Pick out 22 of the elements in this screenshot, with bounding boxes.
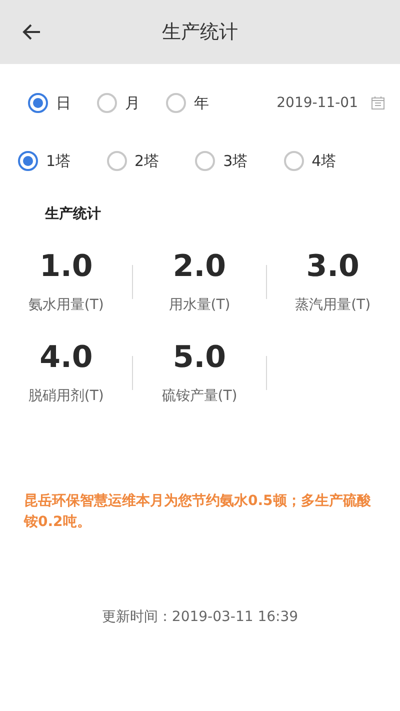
- stat-label: 脱硝用剂(T): [28, 387, 104, 406]
- stat-label: 硫铵产量(T): [162, 387, 238, 406]
- stat-value: 2.0: [172, 248, 226, 286]
- radio-option[interactable]: 2塔: [106, 150, 160, 172]
- radio-option[interactable]: 3塔: [195, 150, 248, 172]
- section-title: 生产统计: [44, 205, 102, 224]
- stat-value: 5.0: [172, 339, 226, 377]
- update-time: 更新时间：2019-03-11 16:39: [100, 608, 300, 627]
- stat-value: 1.0: [40, 248, 93, 286]
- stat-label: 氨水用量(T): [28, 296, 104, 315]
- notice-text: 昆岳环保智慧运维本月为您节约氨水0.5顿；多生产硫酸铵0.2吨。: [22, 492, 372, 532]
- radio-option[interactable]: 月: [97, 92, 140, 114]
- radio-option[interactable]: 日: [28, 92, 71, 114]
- stat-value: 3.0: [306, 248, 360, 286]
- screen-title: 生产统计: [161, 20, 239, 45]
- date-text: 2019-11-01: [276, 94, 358, 112]
- stat-label: 用水量(T): [168, 296, 230, 315]
- radio-option[interactable]: 年: [166, 92, 209, 114]
- stat-value: 4.0: [40, 339, 93, 377]
- radio-option[interactable]: 4塔: [284, 150, 336, 172]
- radio-option[interactable]: 1塔: [18, 150, 71, 172]
- stat-label: 蒸汽用量(T): [295, 296, 371, 315]
